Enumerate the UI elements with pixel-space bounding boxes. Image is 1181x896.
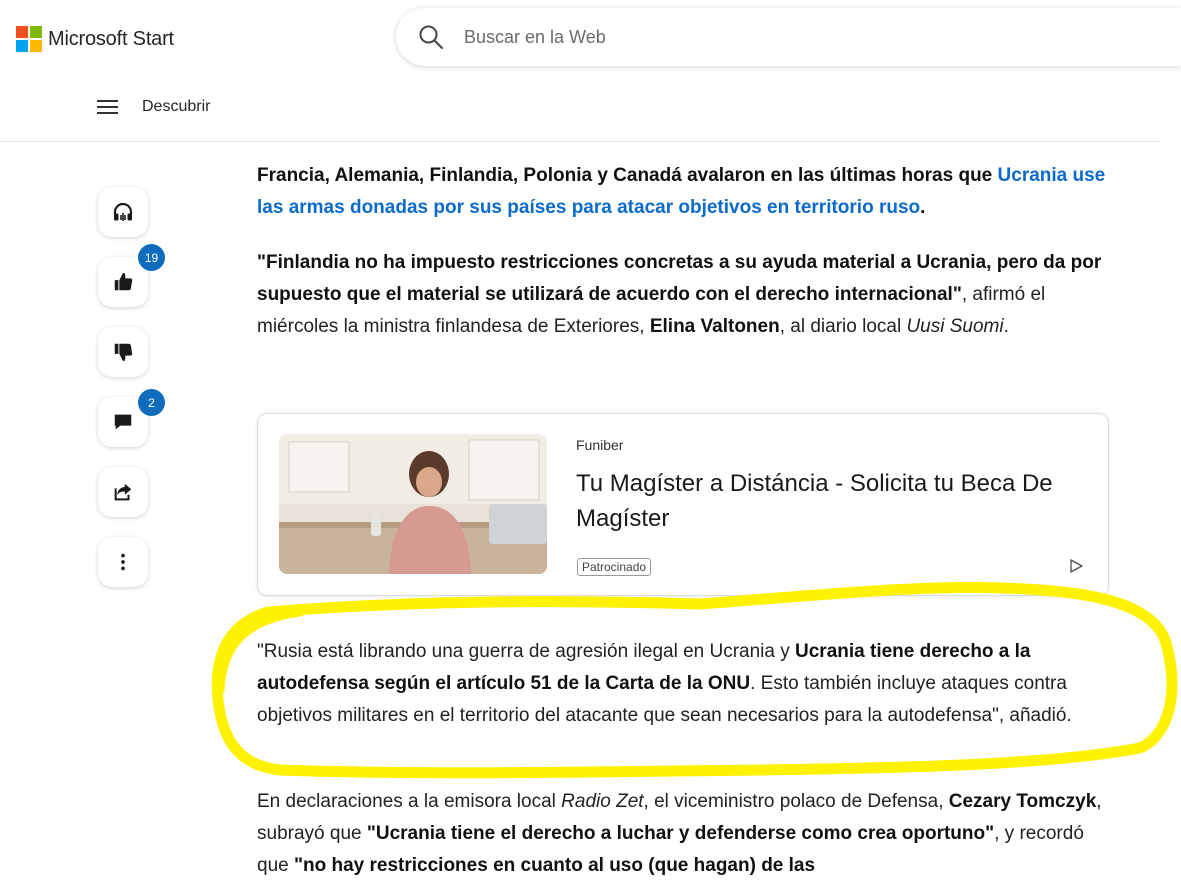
ad-image[interactable] [279, 434, 547, 574]
like-count-badge: 19 [138, 244, 165, 271]
nav-menu[interactable]: Descubrir [97, 98, 210, 116]
listen-button[interactable] [98, 187, 148, 237]
article-paragraph-4: En declaraciones a la emisora local Radi… [257, 791, 1102, 876]
microsoft-logo-icon [16, 26, 42, 52]
ad-source: Funiber [576, 437, 624, 453]
sponsored-ad-card[interactable]: Funiber Tu Magíster a Distáncia - Solici… [257, 413, 1109, 596]
nav-discover[interactable]: Descubrir [142, 98, 210, 116]
search-bar[interactable] [396, 8, 1181, 66]
ad-title[interactable]: Tu Magíster a Distáncia - Solicita tu Be… [576, 466, 1086, 536]
share-button[interactable] [98, 467, 148, 517]
ad-choices-icon[interactable] [1068, 558, 1084, 574]
comment-count-badge: 2 [138, 389, 165, 416]
header-divider [0, 141, 1161, 142]
share-icon [114, 483, 132, 501]
search-input[interactable] [462, 25, 1066, 49]
comment-icon [114, 414, 132, 430]
sponsored-badge: Patrocinado [577, 558, 652, 576]
hamburger-menu-icon[interactable] [97, 100, 118, 114]
article-paragraph-1: Francia, Alemania, Finlandia, Polonia y … [257, 165, 1106, 218]
headphones-icon [113, 202, 133, 221]
article-paragraph-2: "Finlandia no ha impuesto restricciones … [257, 252, 1102, 337]
microsoft-start-logo[interactable]: Microsoft Start [16, 26, 174, 52]
more-options-button[interactable] [98, 537, 148, 587]
more-vertical-icon [121, 553, 125, 571]
brand-name: Microsoft Start [48, 27, 174, 50]
article-paragraph-3: "Rusia está librando una guerra de agres… [257, 641, 1072, 726]
dislike-button[interactable] [98, 327, 148, 377]
thumbs-up-icon [114, 272, 133, 291]
search-icon [419, 25, 443, 49]
thumbs-down-icon [114, 343, 133, 362]
